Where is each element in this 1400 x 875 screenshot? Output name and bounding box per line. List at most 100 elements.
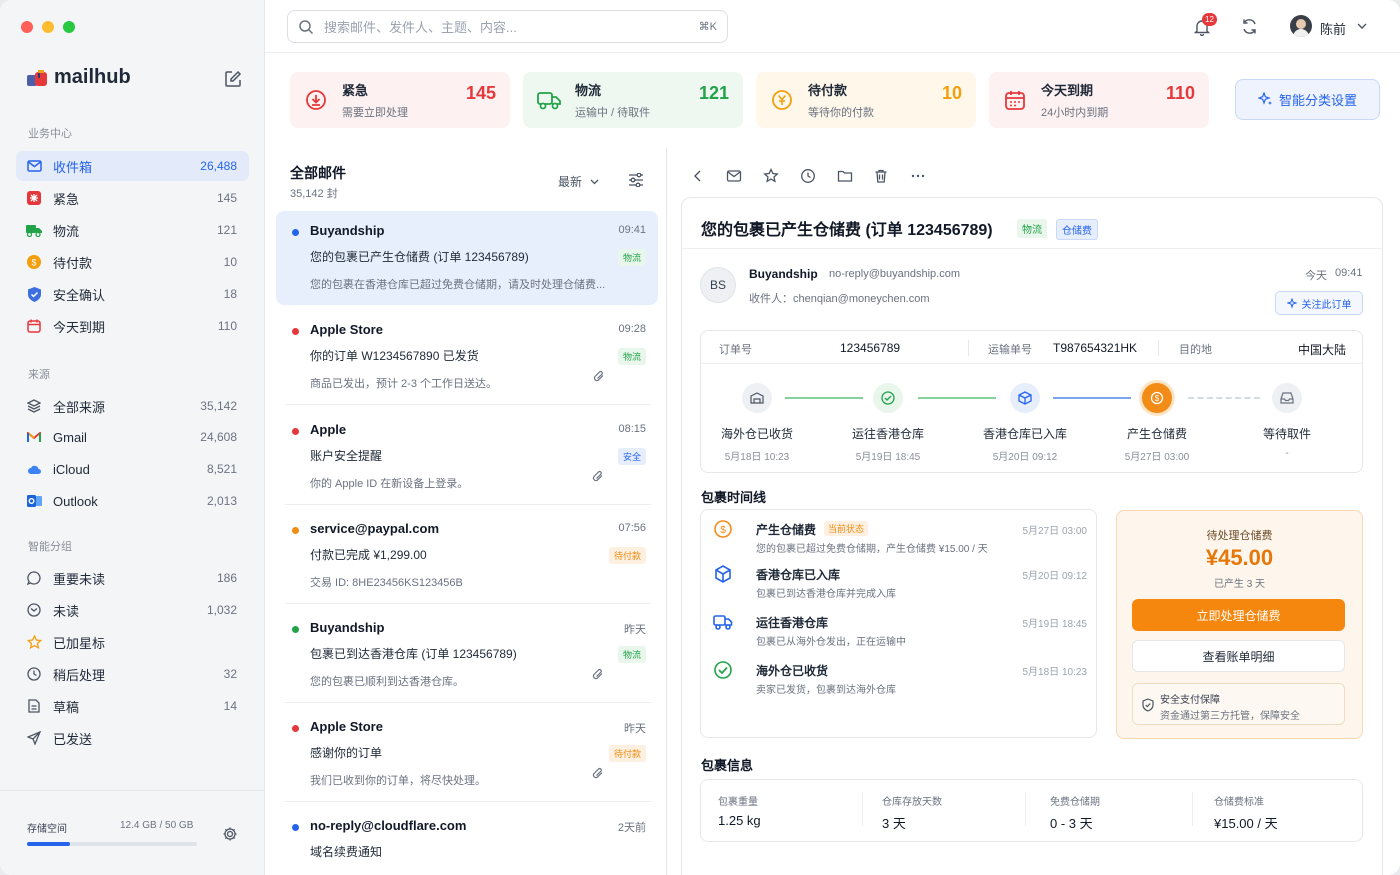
mail-subject: 账户安全提醒: [310, 449, 383, 463]
refresh-icon[interactable]: [1241, 18, 1258, 35]
mark-unread-icon[interactable]: [726, 168, 742, 184]
mail-list-item[interactable]: Apple Store 09:28 你的订单 W1234567890 已发货 物…: [276, 310, 658, 404]
snooze-clock-icon[interactable]: [800, 168, 816, 184]
cloud-icon: [26, 461, 42, 477]
stat-card-due-today[interactable]: 今天到期 24小时内到期 110: [989, 72, 1209, 128]
truck-icon: [26, 222, 42, 238]
info-label: 免费仓储期: [1050, 797, 1100, 808]
sidebar-item-inbox[interactable]: 收件箱 26,488: [16, 151, 249, 181]
smart-classify-button[interactable]: 智能分类设置: [1235, 79, 1380, 120]
stat-title: 今天到期: [1041, 83, 1094, 98]
shield-icon: [1142, 698, 1154, 712]
timeline-item-date: 5月20日 09:12: [1022, 571, 1088, 582]
stat-card-urgent[interactable]: 紧急 需要立即处理 145: [290, 72, 510, 128]
sort-dropdown[interactable]: 最新: [558, 173, 599, 190]
stat-card-pending-payment[interactable]: 待付款 等待你的付款 10: [756, 72, 976, 128]
pay-fee-button[interactable]: 立即处理仓储费: [1132, 599, 1345, 631]
search-shortcut: ⌘K: [698, 21, 717, 33]
progress-step: $ 产生仓储费 5月27日 03:00: [1097, 383, 1217, 463]
sidebar-item-pending-payment[interactable]: $ 待付款 10: [16, 247, 249, 277]
sidebar-item-label: iCloud: [53, 461, 90, 477]
sidebar-item-later[interactable]: 稍后处理 32: [16, 659, 249, 689]
search-input[interactable]: 搜索邮件、发件人、主题、内容... ⌘K: [287, 10, 728, 43]
sidebar-item-icloud[interactable]: iCloud 8,521: [16, 454, 249, 484]
sidebar-item-due-today[interactable]: 今天到期 110: [16, 311, 249, 341]
mail-list-item[interactable]: service@paypal.com 07:56 付款已完成 ¥1,299.00…: [276, 509, 658, 603]
sidebar-item-gmail[interactable]: Gmail 24,608: [16, 422, 249, 452]
avatar[interactable]: [1290, 15, 1312, 37]
sidebar-item-label: 物流: [53, 223, 80, 239]
list-divider: [285, 504, 651, 505]
sidebar-item-count: 8,521: [206, 462, 237, 476]
filter-icon[interactable]: [628, 173, 644, 187]
list-divider: [285, 404, 651, 405]
sidebar-item-outlook[interactable]: Outlook 2,013: [16, 486, 249, 516]
info-label: 仓储费标准: [1214, 797, 1264, 808]
sidebar-item-count: 35,142: [200, 399, 237, 413]
sidebar-item-label: 重要未读: [53, 571, 106, 587]
unread-dot: [292, 229, 299, 236]
mail-list-item[interactable]: Apple 08:15 账户安全提醒 安全 你的 Apple ID 在新设备上登…: [276, 410, 658, 504]
chevron-down-icon[interactable]: [1357, 22, 1367, 30]
smart-classify-label: 智能分类设置: [1278, 93, 1357, 108]
sidebar-item-starred[interactable]: 已加星标: [16, 627, 249, 657]
sidebar-item-unread[interactable]: 未读 1,032: [16, 595, 249, 625]
timeline-item-desc: 包裹已从海外仓发出，正在运输中: [756, 637, 906, 648]
compose-icon[interactable]: [224, 70, 242, 88]
sidebar-item-important-unread[interactable]: 重要未读 186: [16, 563, 249, 593]
inbox-icon: [26, 158, 42, 174]
timeline-item-desc: 包裹已到达香港仓库并完成入库: [756, 589, 896, 600]
sidebar-item-all-sources[interactable]: 全部来源 35,142: [16, 391, 249, 421]
mail-tag: 物流: [617, 348, 646, 365]
sidebar-item-sent[interactable]: 已发送: [16, 723, 249, 753]
user-name[interactable]: 陈前: [1320, 19, 1346, 38]
follow-order-button[interactable]: 关注此订单: [1275, 291, 1363, 315]
stat-card-logistics[interactable]: 物流 运输中 / 待取件 121: [523, 72, 743, 128]
step-date: 5月19日 18:45: [855, 452, 921, 463]
secure-title: 安全支付保障: [1160, 695, 1220, 706]
list-divider: [285, 801, 651, 802]
detail-tag: 物流: [1017, 219, 1047, 238]
back-icon[interactable]: [690, 168, 706, 184]
coin-icon: $: [714, 520, 732, 538]
timeline-item-date: 5月27日 03:00: [1022, 526, 1088, 537]
sidebar-item-urgent[interactable]: 紧急 145: [16, 183, 249, 213]
view-bill-button[interactable]: 查看账单明细: [1132, 640, 1345, 672]
fee-label: 待处理仓储费: [1206, 530, 1273, 542]
star-icon[interactable]: [763, 168, 779, 184]
info-divider: [1025, 792, 1026, 826]
order-divider: [1158, 340, 1159, 356]
send-icon: [26, 730, 42, 746]
mail-time: 2天前: [617, 822, 646, 834]
sidebar-item-count: 110: [217, 319, 237, 333]
progress-step: 运往香港仓库 5月19日 18:45: [828, 383, 948, 463]
sidebar: mailhub 业务中心 收件箱 26,488 紧急 145 物流 121 $ …: [0, 0, 265, 875]
mail-list-item[interactable]: Buyandship 09:41 您的包裹已产生仓储费 (订单 12345678…: [276, 211, 658, 305]
timeline-item-title: 运往香港仓库: [756, 616, 829, 630]
zoom-window-button[interactable]: [63, 21, 75, 33]
more-icon[interactable]: [910, 168, 926, 184]
close-window-button[interactable]: [21, 21, 33, 33]
gear-icon[interactable]: [222, 826, 238, 842]
minimize-window-button[interactable]: [42, 21, 54, 33]
sidebar-item-drafts[interactable]: 草稿 14: [16, 691, 249, 721]
detail-subject: 您的包裹已产生仓储费 (订单 123456789): [701, 222, 993, 239]
sidebar-item-count: 2,013: [206, 494, 237, 508]
progress-step: 香港仓库已入库 5月20日 09:12: [965, 383, 1085, 463]
mail-list-item[interactable]: Buyandship 昨天 包裹已到达香港仓库 (订单 123456789) 物…: [276, 608, 658, 702]
sidebar-item-label: Outlook: [53, 493, 98, 509]
mail-list-item[interactable]: no-reply@cloudflare.com 2天前 域名续费通知: [276, 806, 658, 875]
chevron-down-icon: [590, 179, 599, 184]
coin-icon: $: [1142, 383, 1172, 413]
sidebar-item-security[interactable]: 安全确认 18: [16, 279, 249, 309]
folder-icon[interactable]: [837, 168, 853, 184]
box-icon: [1010, 383, 1040, 413]
trash-icon[interactable]: [873, 168, 889, 184]
storage-bar-fill: [27, 842, 70, 846]
unread-dot: [292, 328, 299, 335]
mail-list-item[interactable]: Apple Store 昨天 感谢你的订单 待付款 我们已收到你的订单，将尽快处…: [276, 707, 658, 801]
sidebar-item-logistics[interactable]: 物流 121: [16, 215, 249, 245]
mail-time: 09:41: [618, 224, 646, 236]
timeline-item-desc: 您的包裹已超过免费仓储期，产生仓储费 ¥15.00 / 天: [756, 544, 988, 555]
destination: 中国大陆: [1298, 343, 1347, 357]
